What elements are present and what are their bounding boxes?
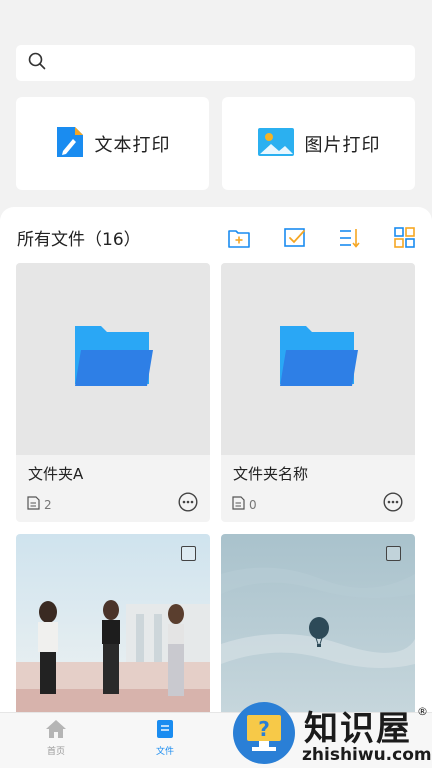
files-header: 所有文件（16） (17, 230, 141, 250)
search-icon (28, 52, 46, 74)
image-print-label: 图片打印 (304, 134, 381, 156)
folder-file-count: 2 (44, 497, 52, 512)
select-icon[interactable] (283, 226, 307, 250)
women-walking-photo (16, 534, 210, 712)
text-document-icon (55, 125, 85, 163)
image-icon (257, 127, 295, 161)
hot-air-balloon-photo (221, 534, 415, 712)
document-count-icon (27, 496, 40, 513)
select-checkbox[interactable] (181, 546, 196, 561)
folder-file-count: 0 (249, 497, 257, 512)
file-icon (156, 720, 174, 742)
home-icon (45, 720, 67, 742)
photo-thumbnail[interactable] (16, 534, 210, 712)
watermark: ? 知识屋 ® zhishiwu.com (232, 699, 432, 768)
folder-meta: 2 (27, 496, 52, 513)
tab-files[interactable]: 文件 (135, 719, 195, 757)
search-input[interactable] (54, 55, 394, 71)
select-checkbox[interactable] (386, 546, 401, 561)
svg-text:?: ? (258, 717, 270, 741)
more-options-icon[interactable] (178, 492, 198, 516)
folder-thumbnail (221, 263, 415, 455)
folder-thumbnail (16, 263, 210, 455)
help-monitor-icon: ? (232, 701, 296, 768)
tab-home-label: 首页 (46, 747, 65, 757)
document-count-icon (232, 496, 245, 513)
grid-view-icon[interactable] (393, 226, 417, 250)
folder-name: 文件夹A (28, 465, 84, 483)
watermark-cn-text: 知识屋 (304, 709, 412, 749)
search-bar[interactable] (16, 45, 415, 81)
registered-mark: ® (417, 705, 428, 718)
image-print-button[interactable]: 图片打印 (222, 97, 415, 190)
more-options-icon[interactable] (383, 492, 403, 516)
new-folder-icon[interactable] (227, 226, 251, 250)
text-print-label: 文本打印 (94, 134, 171, 156)
folder-icon (278, 322, 358, 396)
text-print-button[interactable]: 文本打印 (16, 97, 209, 190)
folder-card[interactable]: 文件夹A 2 (16, 263, 210, 522)
folder-icon (73, 322, 153, 396)
tab-files-label: 文件 (155, 747, 174, 757)
folder-card[interactable]: 文件夹名称 0 (221, 263, 415, 522)
folder-name: 文件夹名称 (233, 465, 309, 483)
sort-icon[interactable] (338, 226, 362, 250)
files-panel: 所有文件（16） 文件夹A 2 文件夹名称 0 (0, 207, 432, 712)
folder-meta: 0 (232, 496, 257, 513)
watermark-en-text: zhishiwu.com (302, 745, 432, 765)
photo-thumbnail[interactable] (221, 534, 415, 712)
tab-home[interactable]: 首页 (26, 719, 86, 757)
